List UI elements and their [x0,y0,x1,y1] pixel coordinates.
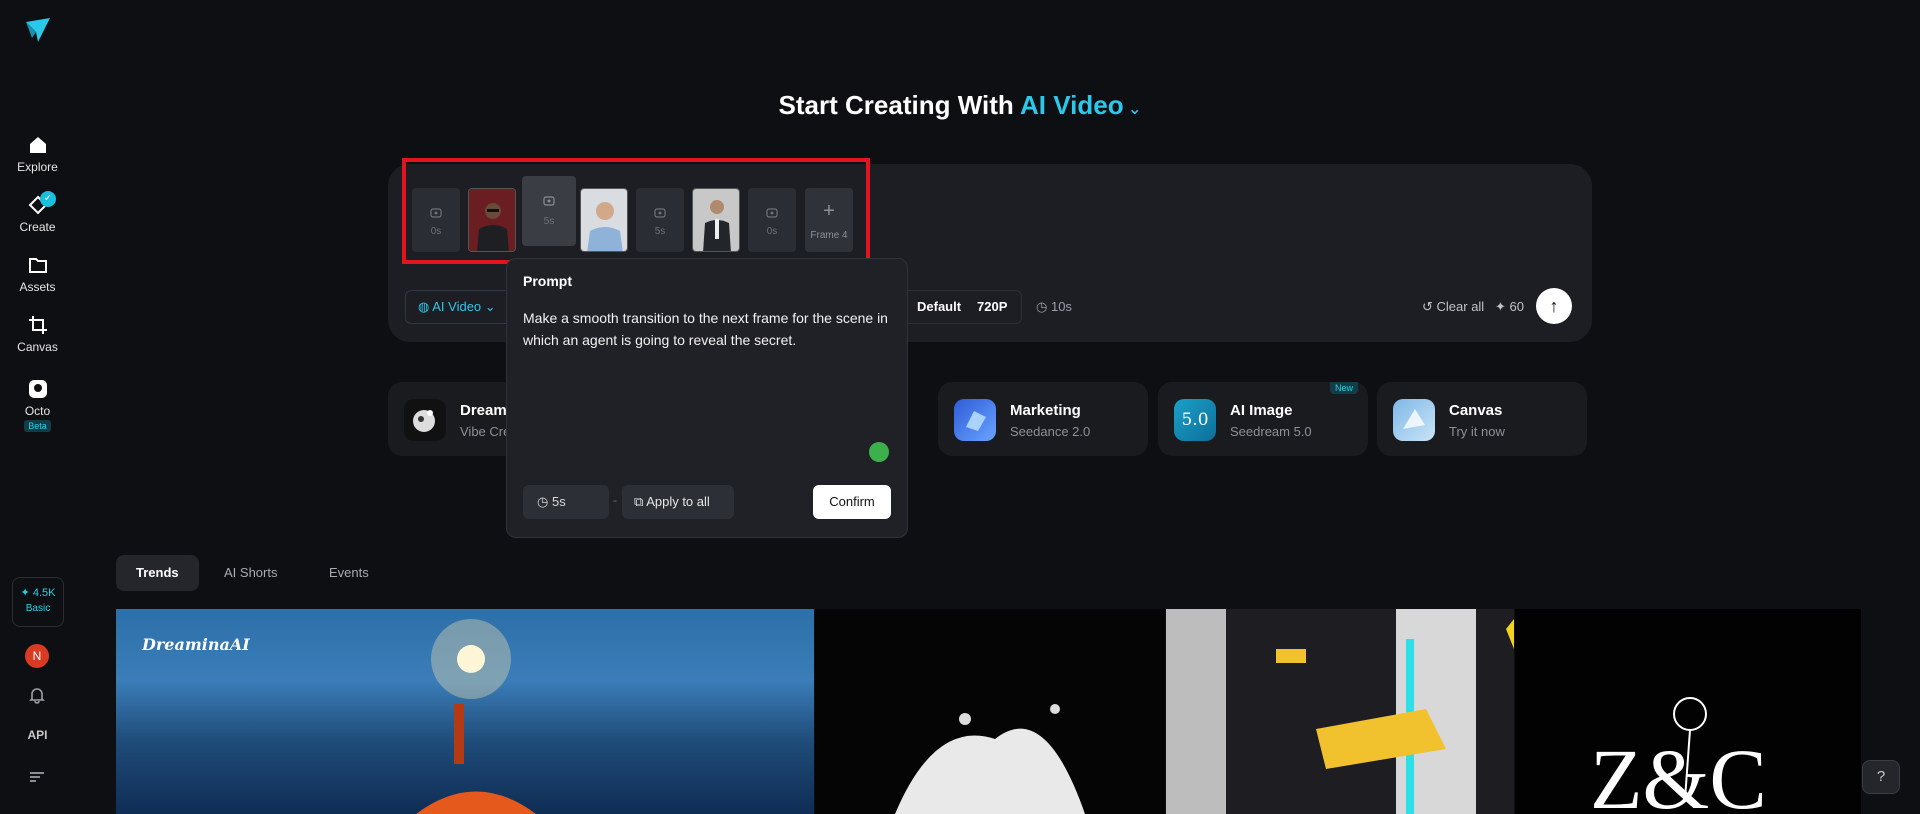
home-icon [27,134,49,156]
model-label: AI Video [432,299,482,314]
seedream-icon: 5.0 [1174,399,1216,441]
chevron-down-icon: ⌄ [1123,101,1142,118]
octo-icon [27,378,49,400]
credit-cost: ✦ 60 [1495,290,1524,324]
chevron-down-icon: ⌄ [481,299,496,314]
card-title: Canvas [1449,402,1503,419]
card-marketing[interactable]: Marketing Seedance 2.0 [938,382,1148,456]
card-title: Marketing [1010,402,1081,419]
beta-badge: Beta [24,420,51,432]
model-select-button[interactable]: ◍ AI Video ⌄ [405,290,515,324]
card-canvas[interactable]: Canvas Try it now [1377,382,1587,456]
canvas-card-icon [1393,399,1435,441]
help-button[interactable]: ? [1862,760,1900,794]
sidebar: Explore ✓ Create Assets Canvas Octo Beta… [0,0,75,814]
api-link[interactable]: API [0,728,75,742]
check-badge-icon: ✓ [40,191,56,207]
tab-trends[interactable]: Trends [116,555,199,591]
clear-all-button[interactable]: ↺ Clear all [1422,290,1484,324]
duration-label: 10s [1050,299,1072,314]
gallery-image [416,619,536,814]
plan-tier: Basic [25,603,51,614]
sidebar-item-create[interactable]: ✓ Create [0,191,75,234]
card-subtitle: Try it now [1449,424,1505,439]
app-logo-icon[interactable] [24,16,52,44]
cost-value: 60 [1509,299,1524,314]
sidebar-item-octo[interactable]: Octo Beta [0,378,75,432]
gallery-item[interactable]: DreaminaAI [116,609,814,814]
rose-image [1673,697,1707,800]
apply-label: Apply to all [646,494,710,509]
clock-icon: ◷ [537,494,552,509]
title-prefix: Start Creating With [778,90,1014,120]
sidebar-item-label: Canvas [17,340,58,354]
card-subtitle: Seedream 5.0 [1230,424,1312,439]
bell-icon[interactable] [27,685,47,705]
sidebar-item-canvas[interactable]: Canvas [0,314,75,354]
dreamina-agent-icon [404,399,446,441]
new-badge: New [1329,382,1358,394]
popup-title: Prompt [523,273,572,289]
marketing-icon [954,399,996,441]
card-title: Dreami [460,402,511,419]
confirm-button[interactable]: Confirm [813,485,891,519]
credits-box[interactable]: ✦ 4.5K Basic [12,577,64,627]
gallery-item[interactable] [1166,609,1514,814]
sidebar-item-label: Octo [24,404,51,418]
card-subtitle: Vibe Cre [460,424,511,439]
prompt-popup: Prompt Make a smooth transition to the n… [506,258,908,538]
gallery-item[interactable]: Z&C [1515,609,1861,814]
credits-amount: ✦ 4.5K [20,587,56,599]
crop-icon [27,314,49,336]
mode-selector[interactable]: AI Video ⌄ [1020,90,1141,120]
popup-duration: 5s [551,494,566,509]
separator: - [613,493,617,507]
sparkle-icon: ✦ [1495,299,1510,314]
sidebar-item-assets[interactable]: Assets [0,254,75,294]
frame-duration-select[interactable]: ◷ 5s [523,485,609,519]
card-subtitle: Seedance 2.0 [1010,424,1091,439]
sidebar-item-label: Explore [17,160,58,174]
frame-strip-highlight [402,158,870,264]
gallery-image [895,704,1085,814]
copy-icon: ⧉ [634,494,647,509]
sidebar-item-explore[interactable]: Explore [0,134,75,174]
undo-icon: ↺ [1422,299,1437,314]
prompt-textarea[interactable]: Make a smooth transition to the next fra… [523,307,895,351]
assistant-bot-icon[interactable] [869,442,889,462]
ai-video-icon: ◍ [418,299,433,314]
gallery-item[interactable] [815,609,1165,814]
question-icon: ? [1876,768,1886,785]
gallery-image [1166,609,1514,814]
settings-selector[interactable]: ▯ Default 720P [890,290,1022,324]
card-title: AI Image [1230,402,1293,419]
clock-icon: ◷ [1036,299,1051,314]
generate-button[interactable]: ↑ [1536,288,1572,324]
tab-ai-shorts[interactable]: AI Shorts [204,555,297,591]
page-title: Start Creating With AI Video ⌄ [0,90,1920,121]
avatar[interactable]: N [25,644,49,668]
tab-events[interactable]: Events [309,555,389,591]
sidebar-item-label: Assets [19,280,56,294]
mode-label: AI Video [1020,90,1124,120]
clear-all-label: Clear all [1436,299,1485,314]
ratio-label: Default [917,299,962,314]
sidebar-item-label: Create [19,220,56,234]
arrow-up-icon: ↑ [1549,296,1559,316]
menu-icon[interactable] [28,768,46,786]
card-ai-image[interactable]: New 5.0 AI Image Seedream 5.0 [1158,382,1368,456]
resolution-label: 720P [977,299,1008,314]
duration-selector[interactable]: ◷ 10s [1036,290,1072,324]
apply-to-all-button[interactable]: ⧉ Apply to all [622,485,734,519]
folder-icon [27,254,49,276]
